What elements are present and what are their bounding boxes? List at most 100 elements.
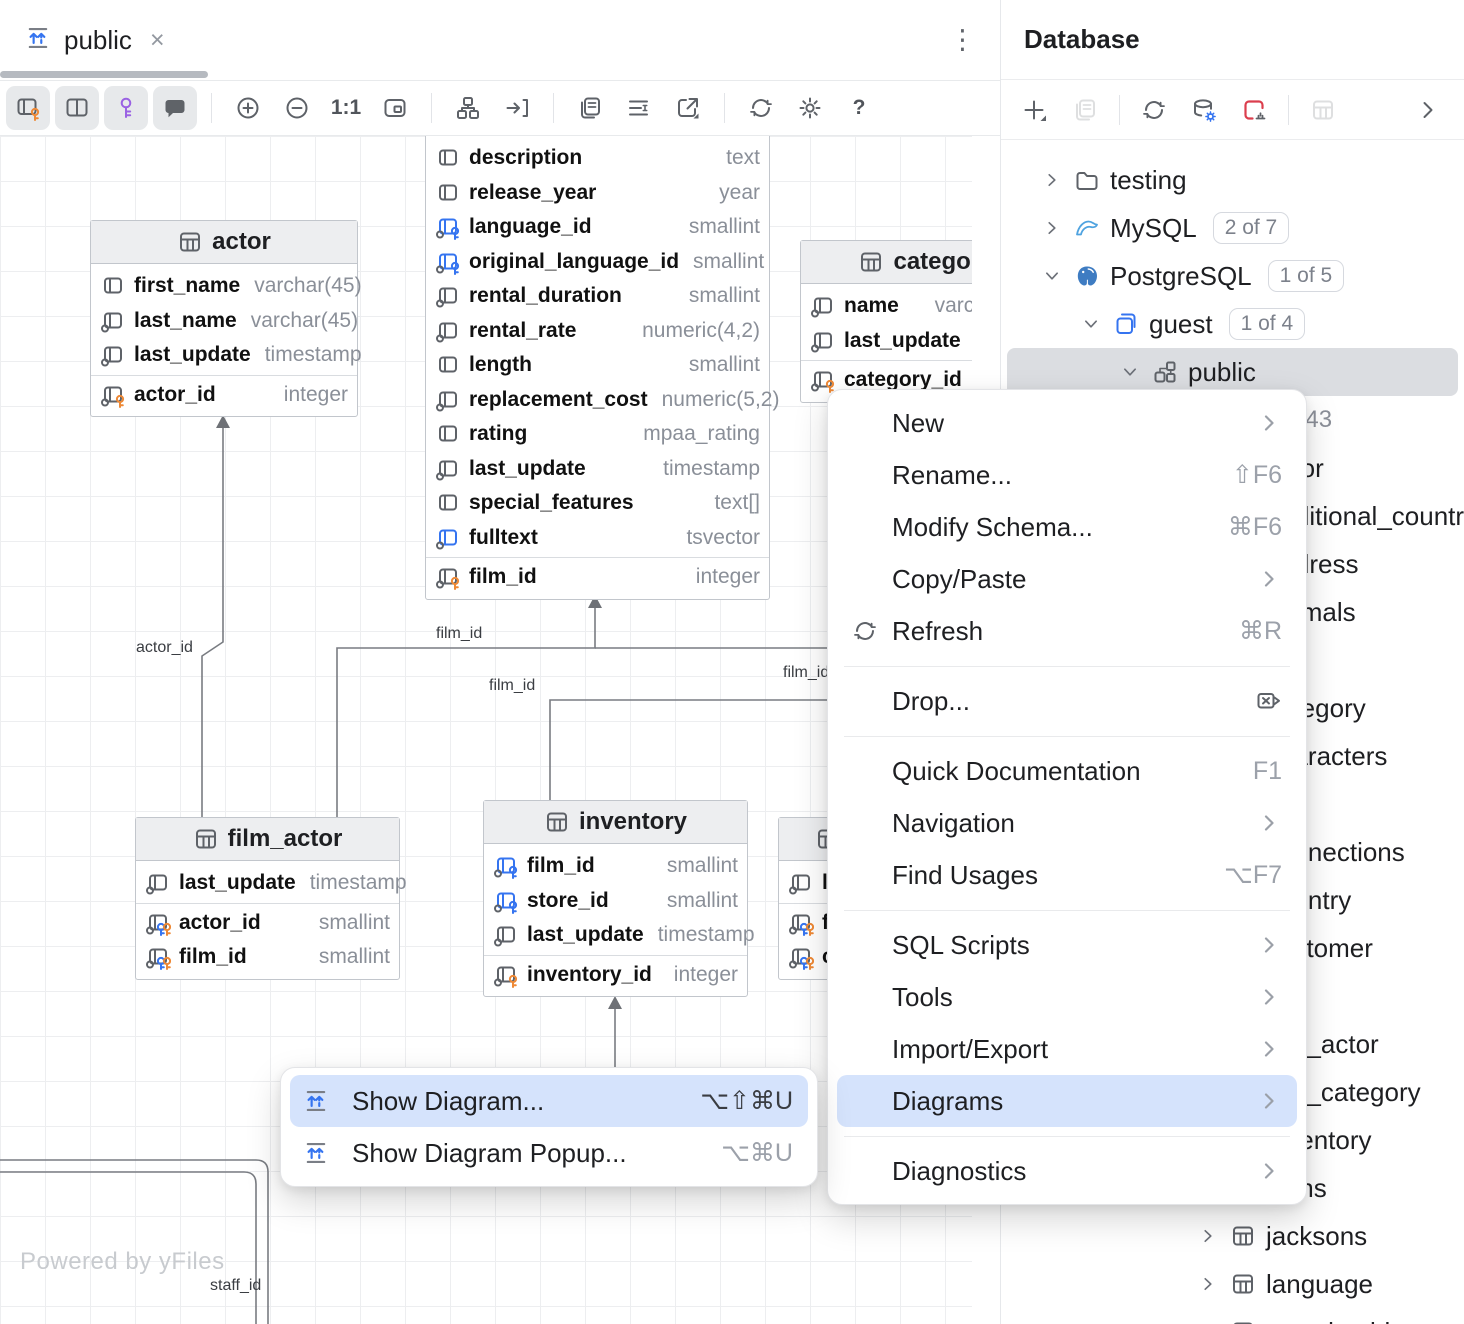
column-row[interactable]: last_updatetimestamp (484, 918, 747, 953)
menu-item-navigation[interactable]: Navigation (837, 797, 1297, 849)
column-row[interactable]: rental_ratenumeric(4,2) (426, 314, 769, 349)
chevron-down-icon[interactable] (1119, 363, 1141, 381)
chevron-right-icon[interactable] (1041, 219, 1063, 237)
menu-item-tools[interactable]: Tools (837, 971, 1297, 1023)
column-row[interactable]: last_updatetimestamp (136, 866, 399, 901)
column-row[interactable]: rental_durationsmallint (426, 279, 769, 314)
columns-toggle-button[interactable] (55, 86, 99, 130)
menu-item-label: Modify Schema... (892, 512, 1093, 543)
menu-item-show-diagram-popup[interactable]: Show Diagram Popup...⌥⌘U (290, 1127, 808, 1179)
column-row[interactable]: replacement_costnumeric(5,2) (426, 383, 769, 418)
menu-item-sql-scripts[interactable]: SQL Scripts (837, 919, 1297, 971)
menu-item-show-diagram[interactable]: Show Diagram...⌥⇧⌘U (290, 1075, 808, 1127)
refresh-button[interactable] (739, 86, 783, 130)
tree-item-testing[interactable]: testing (1007, 156, 1458, 204)
editor-tab-bar: public × ⋮ (0, 0, 1000, 81)
column-row[interactable]: film_idinteger (426, 560, 769, 595)
column-name: name (844, 294, 899, 318)
menu-item-shortcut: ⌘R (1239, 616, 1282, 646)
menu-item-drop[interactable]: Drop... (837, 675, 1297, 727)
tree-item-language[interactable]: language (1007, 1260, 1458, 1308)
column-row[interactable]: original_language_idsmallint (426, 245, 769, 280)
menu-item-new[interactable]: New (837, 397, 1297, 449)
column-row[interactable]: last_namevarchar(45) (91, 304, 357, 339)
menu-item-refresh[interactable]: Refresh⌘R (837, 605, 1297, 657)
menu-item-label: Diagnostics (892, 1156, 1026, 1187)
tree-item-jacksons[interactable]: jacksons (1007, 1212, 1458, 1260)
key-toggle-button[interactable] (104, 86, 148, 130)
column-col-fk-icon (493, 888, 519, 914)
auto-layout-button[interactable] (446, 86, 490, 130)
column-col-icon (435, 421, 461, 447)
column-row[interactable]: fulltexttsvector (426, 521, 769, 556)
column-row[interactable]: lengthsmallint (426, 348, 769, 383)
chevron-down-icon[interactable] (1041, 267, 1063, 285)
chevron-right-button[interactable] (1410, 92, 1446, 128)
zoom-in-button[interactable] (226, 86, 270, 130)
menu-item-diagnostics[interactable]: Diagnostics (837, 1145, 1297, 1197)
table-card-category[interactable]: categorynamevarchar(25)last_updatetimest… (800, 240, 972, 403)
export-button[interactable] (666, 86, 710, 130)
column-row[interactable]: inventory_idinteger (484, 958, 747, 993)
row-list-button[interactable] (617, 86, 661, 130)
column-row[interactable]: last_updatetimestamp (426, 452, 769, 487)
primary-key-separator (91, 375, 357, 376)
column-row[interactable]: namevarchar(25) (801, 289, 972, 324)
refresh-icon (748, 95, 774, 121)
column-row[interactable]: actor_idsmallint (136, 906, 399, 941)
actual-size-button[interactable]: 1:1 (324, 86, 368, 130)
chevron-right-icon[interactable] (1197, 1275, 1219, 1293)
menu-item-find-usages[interactable]: Find Usages⌥F7 (837, 849, 1297, 901)
table-card-film[interactable]: filmdescriptiontextrelease_yearyearlangu… (425, 136, 770, 600)
refresh-button[interactable] (1136, 92, 1172, 128)
fit-content-button[interactable] (373, 86, 417, 130)
close-icon[interactable]: × (150, 28, 165, 53)
column-row[interactable]: ratingmpaa_rating (426, 417, 769, 452)
table-key-toggle-icon (15, 95, 41, 121)
disconnect-button[interactable] (1236, 92, 1272, 128)
table-key-toggle-button[interactable] (6, 86, 50, 130)
tree-item-guest[interactable]: guest1 of 4 (1007, 300, 1458, 348)
menu-item-quick-documentation[interactable]: Quick DocumentationF1 (837, 745, 1297, 797)
column-col-pkfk-icon (788, 944, 814, 970)
settings-button[interactable] (788, 86, 832, 130)
column-row[interactable]: first_namevarchar(45) (91, 269, 357, 304)
fit-selection-button[interactable] (495, 86, 539, 130)
column-row[interactable]: last_updatetimestamp (91, 338, 357, 373)
column-row[interactable]: release_yearyear (426, 176, 769, 211)
column-col-pkfk-icon (145, 944, 171, 970)
tree-item-postgresql[interactable]: PostgreSQL1 of 5 (1007, 252, 1458, 300)
column-col-pk-icon (810, 367, 836, 393)
tree-item-mysql[interactable]: MySQL2 of 7 (1007, 204, 1458, 252)
tree-item-mysql-table[interactable]: mysql_table (1007, 1308, 1458, 1324)
chevron-right-icon[interactable] (1197, 1227, 1219, 1245)
column-row[interactable]: film_idsmallint (136, 940, 399, 975)
column-row[interactable]: actor_idinteger (91, 378, 357, 413)
help-button[interactable]: ? (837, 86, 881, 130)
data-source-properties-button[interactable] (1186, 92, 1222, 128)
comments-toggle-button[interactable] (153, 86, 197, 130)
table-card-film_actor[interactable]: film_actorlast_updatetimestampactor_idsm… (135, 817, 400, 980)
column-row[interactable]: last_updatetimestamp (801, 324, 972, 359)
tab-public[interactable]: public × (0, 0, 185, 80)
menu-item-modify-schema[interactable]: Modify Schema...⌘F6 (837, 501, 1297, 553)
table-card-inventory[interactable]: inventoryfilm_idsmallintstore_idsmallint… (483, 800, 748, 997)
menu-item-copy-paste[interactable]: Copy/Paste (837, 553, 1297, 605)
column-type: varchar(45) (248, 274, 361, 298)
column-row[interactable]: store_idsmallint (484, 884, 747, 919)
chevron-right-icon[interactable] (1041, 171, 1063, 189)
add-button[interactable] (1017, 92, 1053, 128)
chevron-down-icon[interactable] (1080, 315, 1102, 333)
menu-item-rename[interactable]: Rename...⇧F6 (837, 449, 1297, 501)
menu-item-import-export[interactable]: Import/Export (837, 1023, 1297, 1075)
column-row[interactable]: film_idsmallint (484, 849, 747, 884)
column-row[interactable]: language_idsmallint (426, 210, 769, 245)
table-card-actor[interactable]: actorfirst_namevarchar(45)last_namevarch… (90, 220, 358, 417)
copy-diagram-button[interactable] (568, 86, 612, 130)
column-type: timestamp (657, 457, 760, 481)
menu-item-diagrams[interactable]: Diagrams (837, 1075, 1297, 1127)
column-row[interactable]: special_featurestext[] (426, 486, 769, 521)
more-options-icon[interactable]: ⋮ (949, 25, 976, 56)
zoom-out-button[interactable] (275, 86, 319, 130)
column-row[interactable]: descriptiontext (426, 141, 769, 176)
